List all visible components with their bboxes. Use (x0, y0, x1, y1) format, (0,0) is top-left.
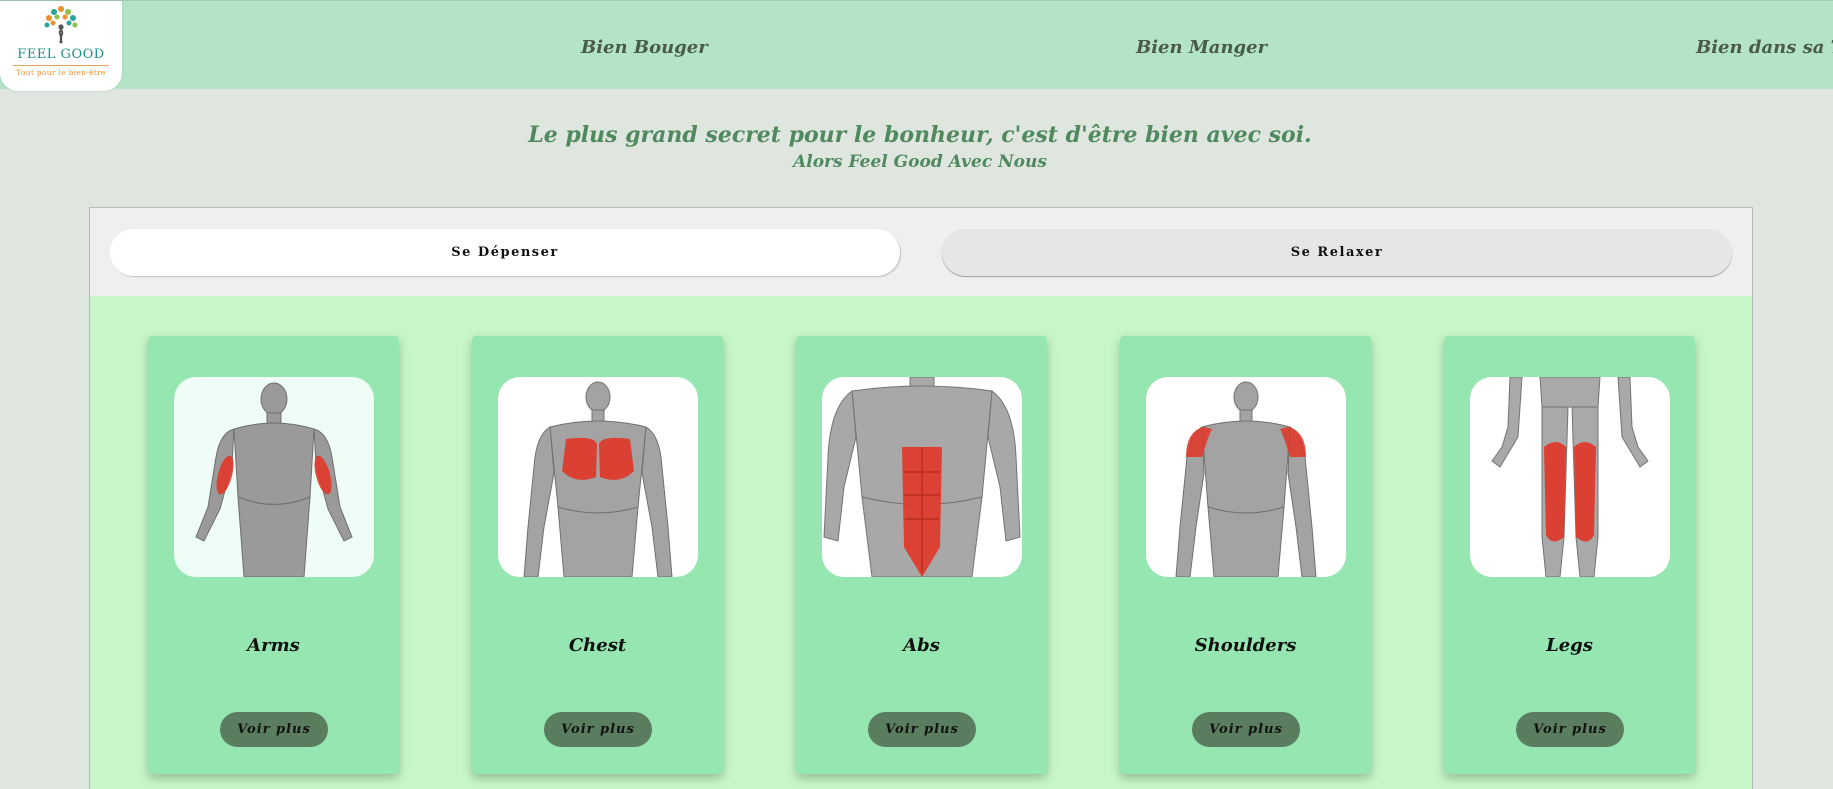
top-navbar: FEEL GOOD Tout pour le bien-être Bien Bo… (0, 0, 1833, 91)
nav-bien-manger[interactable]: Bien Manger (1136, 37, 1267, 58)
tab-se-depenser[interactable]: Se Dépenser (110, 229, 900, 276)
card-title-shoulders: Shoulders (1194, 635, 1297, 656)
abs-muscle-image (822, 377, 1022, 577)
card-chest: Chest Voir plus (472, 336, 723, 774)
hero-title: Le plus grand secret pour le bonheur, c'… (528, 122, 1312, 148)
logo-name: FEEL GOOD (17, 47, 105, 62)
voir-plus-legs-button[interactable]: Voir plus (1516, 712, 1624, 747)
legs-muscle-image (1470, 377, 1670, 577)
voir-plus-shoulders-button[interactable]: Voir plus (1192, 712, 1300, 747)
voir-plus-chest-button[interactable]: Voir plus (544, 712, 652, 747)
arms-muscle-image (174, 377, 374, 577)
card-title-abs: Abs (903, 635, 940, 656)
chest-muscle-image (498, 377, 698, 577)
card-arms: Arms Voir plus (148, 336, 399, 774)
voir-plus-arms-button[interactable]: Voir plus (220, 712, 328, 747)
tab-bar: Se Dépenser Se Relaxer (90, 208, 1752, 296)
card-title-arms: Arms (247, 635, 300, 656)
tab-se-relaxer[interactable]: Se Relaxer (942, 229, 1732, 276)
logo-divider (13, 65, 109, 66)
logo-tagline: Tout pour le bien-être (16, 68, 106, 77)
exercise-panel: Se Dépenser Se Relaxer Arms Voir plus Ch… (89, 207, 1753, 789)
card-abs: Abs Voir plus (796, 336, 1047, 774)
tree-logo-icon (44, 6, 78, 44)
hero-subtitle: Alors Feel Good Avec Nous (793, 152, 1047, 172)
shoulders-muscle-image (1146, 377, 1346, 577)
feel-good-logo[interactable]: FEEL GOOD Tout pour le bien-être (0, 1, 122, 91)
card-title-legs: Legs (1546, 635, 1593, 656)
card-shoulders: Shoulders Voir plus (1120, 336, 1371, 774)
nav-bien-dans-sa-tete[interactable]: Bien dans sa Tête (1696, 37, 1833, 58)
voir-plus-abs-button[interactable]: Voir plus (868, 712, 976, 747)
nav-bien-bouger[interactable]: Bien Bouger (581, 37, 708, 58)
card-legs: Legs Voir plus (1444, 336, 1695, 774)
card-title-chest: Chest (568, 635, 627, 656)
